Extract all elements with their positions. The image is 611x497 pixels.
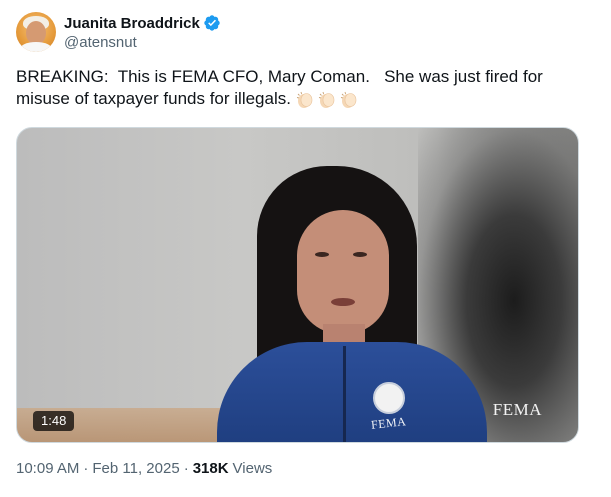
tweet-meta: 10:09 AM · Feb 11, 2025 · 318K Views — [16, 460, 272, 477]
meta-separator: · — [83, 460, 89, 477]
dhs-seal-icon — [373, 382, 405, 414]
views-count[interactable]: 318K — [193, 460, 229, 477]
jacket-zipper — [343, 346, 346, 442]
avatar-shirt — [20, 42, 52, 52]
meta-separator: · — [183, 460, 189, 477]
person-eye-right — [353, 252, 367, 257]
person-jacket — [217, 342, 487, 442]
clapping-hands-icon — [296, 91, 313, 108]
clapping-hands-icon — [340, 91, 357, 108]
tweet-text: BREAKING: This is FEMA CFO, Mary Coman. … — [16, 67, 548, 108]
person-face — [297, 210, 389, 334]
tweet-time[interactable]: 10:09 AM — [16, 460, 79, 477]
person-mouth — [331, 298, 355, 306]
video-player[interactable]: FEMA FEMA 1:48 — [16, 127, 579, 443]
avatar[interactable] — [16, 12, 56, 52]
tweet-body: BREAKING: This is FEMA CFO, Mary Coman. … — [16, 66, 576, 110]
verified-badge-icon — [204, 15, 220, 31]
author-names: Juanita Broaddrick @atensnut — [64, 13, 221, 51]
person-eye-left — [315, 252, 329, 257]
tweet-date[interactable]: Feb 11, 2025 — [92, 460, 179, 477]
display-name-row: Juanita Broaddrick — [64, 13, 221, 33]
display-name[interactable]: Juanita Broaddrick — [64, 15, 200, 32]
clapping-hands-icon — [318, 91, 335, 108]
fema-watermark: FEMA — [492, 400, 542, 419]
views-label: Views — [232, 460, 273, 477]
author-handle[interactable]: @atensnut — [64, 34, 221, 51]
emoji-row — [295, 90, 361, 110]
tweet-header: Juanita Broaddrick @atensnut — [16, 12, 221, 52]
video-duration-badge: 1:48 — [33, 411, 75, 431]
